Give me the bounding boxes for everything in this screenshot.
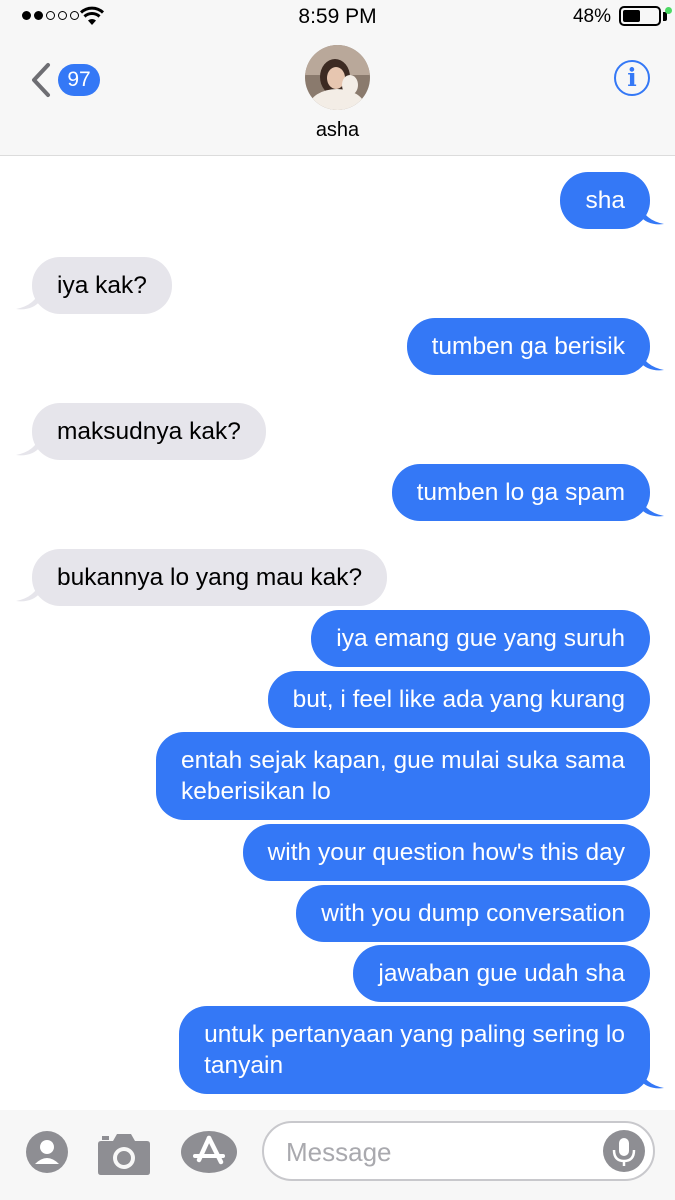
chevron-left-icon (32, 63, 50, 97)
bubble-tail (16, 289, 40, 310)
contact-name[interactable]: asha (0, 119, 675, 142)
camera-icon[interactable] (97, 1132, 151, 1176)
bubble-tail (16, 435, 40, 456)
bubble-tail (16, 581, 40, 602)
bubble-tail (640, 350, 664, 371)
message-bubble-sent[interactable]: entah sejak kapan, gue mulai suka sama k… (156, 732, 650, 820)
status-bar: 8:59 PM 48% (0, 0, 675, 34)
bubble-tail (640, 204, 664, 225)
microphone-button[interactable] (603, 1130, 645, 1172)
digital-touch-icon[interactable] (25, 1130, 69, 1174)
message-bubble-sent[interactable]: sha (560, 172, 650, 229)
message-bubble-sent[interactable]: tumben lo ga spam (391, 464, 650, 521)
message-bubble-sent[interactable]: with you dump conversation (296, 885, 650, 942)
message-bubble-sent[interactable]: with your question how's this day (242, 824, 650, 881)
battery-icon (619, 6, 661, 26)
message-bubble-sent[interactable]: untuk pertanyaan yang paling sering lo t… (179, 1006, 650, 1094)
back-button[interactable]: 97 (26, 58, 106, 102)
unread-count-badge: 97 (58, 64, 100, 96)
message-bubble-sent[interactable]: iya emang gue yang suruh (311, 610, 650, 667)
message-bubble-received[interactable]: iya kak? (32, 257, 172, 314)
message-bubble-sent[interactable]: jawaban gue udah sha (353, 945, 650, 1002)
microphone-icon (612, 1138, 636, 1166)
message-composer: Message (0, 1110, 675, 1200)
message-bubble-sent[interactable]: tumben ga berisik (406, 318, 650, 375)
battery-percentage: 48% (572, 6, 611, 27)
message-bubble-received[interactable]: bukannya lo yang mau kak? (32, 549, 388, 606)
charging-indicator (665, 7, 672, 14)
bubble-tail (640, 496, 664, 517)
bubble-tail (640, 1068, 664, 1089)
app-store-icon[interactable] (180, 1130, 238, 1174)
info-button[interactable]: i (614, 60, 650, 96)
contact-avatar[interactable] (305, 45, 370, 110)
message-input[interactable]: Message (262, 1121, 655, 1181)
message-placeholder: Message (286, 1137, 392, 1167)
message-bubble-received[interactable]: maksudnya kak? (32, 403, 266, 460)
message-bubble-sent[interactable]: but, i feel like ada yang kurang (267, 671, 650, 728)
conversation-header: 97 asha i (0, 34, 675, 156)
